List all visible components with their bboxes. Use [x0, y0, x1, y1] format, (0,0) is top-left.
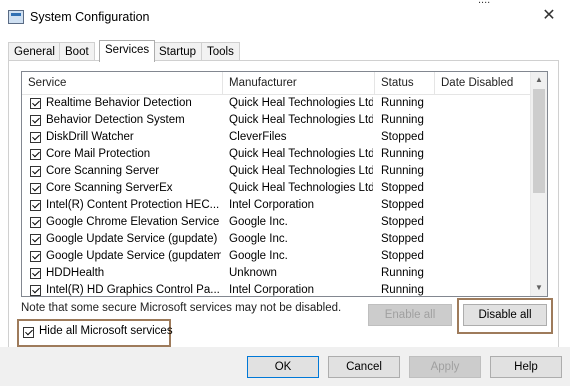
service-rows: Realtime Behavior Detection Quick Heal Te…: [22, 95, 531, 296]
service-checkbox[interactable]: [30, 132, 41, 143]
hide-microsoft-services-checkbox[interactable]: [23, 327, 34, 338]
close-icon[interactable]: ✕: [536, 4, 562, 28]
service-checkbox[interactable]: [30, 217, 41, 228]
service-manufacturer: Google Inc.: [229, 233, 288, 245]
service-manufacturer: Intel Corporation: [229, 284, 315, 296]
service-row[interactable]: Behavior Detection System Quick Heal Tech…: [22, 112, 531, 129]
enable-all-button[interactable]: Enable all: [368, 304, 452, 326]
service-status: Running: [381, 97, 424, 109]
system-configuration-icon: [8, 10, 24, 24]
service-checkbox[interactable]: [30, 268, 41, 279]
service-name: Core Scanning ServerEx: [46, 182, 173, 194]
title-bar: System Configuration .... ✕: [0, 0, 570, 34]
cancel-button[interactable]: Cancel: [328, 356, 400, 378]
secure-services-note: Note that some secure Microsoft services…: [21, 302, 342, 314]
window-title: System Configuration: [30, 10, 150, 24]
service-row[interactable]: Core Scanning ServerEx Quick Heal Technol…: [22, 180, 531, 197]
help-button[interactable]: Help: [490, 356, 562, 378]
tab-services[interactable]: Services: [99, 40, 156, 62]
service-status: Stopped: [381, 182, 424, 194]
tab-boot[interactable]: Boot: [59, 42, 95, 61]
services-panel: Service Manufacturer Status Date Disable…: [8, 60, 559, 348]
service-status: Stopped: [381, 131, 424, 143]
service-checkbox[interactable]: [30, 285, 41, 296]
column-header-date-disabled[interactable]: Date Disabled: [435, 72, 531, 94]
service-checkbox[interactable]: [30, 166, 41, 177]
service-manufacturer: Quick Heal Technologies Ltd.: [229, 165, 373, 177]
service-row[interactable]: Realtime Behavior Detection Quick Heal Te…: [22, 95, 531, 112]
service-manufacturer: Quick Heal Technologies Ltd.: [229, 182, 373, 194]
service-manufacturer: Google Inc.: [229, 216, 288, 228]
column-header-service[interactable]: Service: [22, 72, 223, 94]
services-list[interactable]: Service Manufacturer Status Date Disable…: [21, 71, 548, 297]
service-name: Realtime Behavior Detection: [46, 97, 192, 109]
column-header-manufacturer[interactable]: Manufacturer: [223, 72, 375, 94]
service-checkbox[interactable]: [30, 234, 41, 245]
service-checkbox[interactable]: [30, 98, 41, 109]
dialog-button-bar: OK Cancel Apply Help: [0, 347, 570, 386]
service-status: Running: [381, 284, 424, 296]
service-row[interactable]: Core Mail Protection Quick Heal Technolog…: [22, 146, 531, 163]
service-row[interactable]: HDDHealth Unknown Running: [22, 265, 531, 282]
service-status: Stopped: [381, 216, 424, 228]
service-manufacturer: CleverFiles: [229, 131, 287, 143]
service-status: Stopped: [381, 250, 424, 262]
ok-button[interactable]: OK: [247, 356, 319, 378]
service-checkbox[interactable]: [30, 149, 41, 160]
list-header: Service Manufacturer Status Date Disable…: [22, 72, 531, 95]
service-row[interactable]: Intel(R) HD Graphics Control Pa... Intel …: [22, 282, 531, 296]
service-name: Core Mail Protection: [46, 148, 151, 160]
tab-general[interactable]: General: [8, 42, 61, 61]
service-manufacturer: Google Inc.: [229, 250, 288, 262]
scroll-down-icon[interactable]: ▼: [531, 280, 547, 296]
disable-all-button[interactable]: Disable all: [463, 304, 547, 326]
service-name: Intel(R) Content Protection HEC...: [46, 199, 220, 211]
service-name: Core Scanning Server: [46, 165, 160, 177]
service-name: Behavior Detection System: [46, 114, 185, 126]
service-row[interactable]: Google Chrome Elevation Service Google In…: [22, 214, 531, 231]
service-status: Stopped: [381, 199, 424, 211]
tab-tools[interactable]: Tools: [201, 42, 240, 61]
service-checkbox[interactable]: [30, 115, 41, 126]
service-name: Google Update Service (gupdatem): [46, 250, 221, 262]
service-manufacturer: Quick Heal Technologies Ltd.: [229, 97, 373, 109]
scroll-up-icon[interactable]: ▲: [531, 72, 547, 88]
service-checkbox[interactable]: [30, 183, 41, 194]
apply-button[interactable]: Apply: [409, 356, 481, 378]
service-status: Running: [381, 148, 424, 160]
service-row[interactable]: Core Scanning Server Quick Heal Technolog…: [22, 163, 531, 180]
service-status: Stopped: [381, 233, 424, 245]
service-name: DiskDrill Watcher: [46, 131, 134, 143]
service-row[interactable]: Intel(R) Content Protection HEC... Intel …: [22, 197, 531, 214]
service-name: Google Chrome Elevation Service: [46, 216, 220, 228]
service-status: Running: [381, 165, 424, 177]
service-manufacturer: Unknown: [229, 267, 277, 279]
service-manufacturer: Quick Heal Technologies Ltd.: [229, 114, 373, 126]
tab-startup[interactable]: Startup: [153, 42, 203, 61]
service-manufacturer: Quick Heal Technologies Ltd.: [229, 148, 373, 160]
service-status: Running: [381, 114, 424, 126]
service-row[interactable]: Google Update Service (gupdate) Google In…: [22, 231, 531, 248]
service-name: Intel(R) HD Graphics Control Pa...: [46, 284, 220, 296]
background-text: ....: [478, 0, 491, 6]
service-status: Running: [381, 267, 424, 279]
service-name: Google Update Service (gupdate): [46, 233, 218, 245]
column-header-status[interactable]: Status: [375, 72, 435, 94]
service-name: HDDHealth: [46, 267, 105, 279]
service-row[interactable]: Google Update Service (gupdatem) Google I…: [22, 248, 531, 265]
scroll-thumb[interactable]: [533, 89, 545, 193]
service-checkbox[interactable]: [30, 251, 41, 262]
service-manufacturer: Intel Corporation: [229, 199, 315, 211]
hide-microsoft-services-label: Hide all Microsoft services: [39, 325, 173, 337]
vertical-scrollbar[interactable]: ▲ ▼: [530, 72, 547, 296]
service-row[interactable]: DiskDrill Watcher CleverFiles Stopped: [22, 129, 531, 146]
service-checkbox[interactable]: [30, 200, 41, 211]
